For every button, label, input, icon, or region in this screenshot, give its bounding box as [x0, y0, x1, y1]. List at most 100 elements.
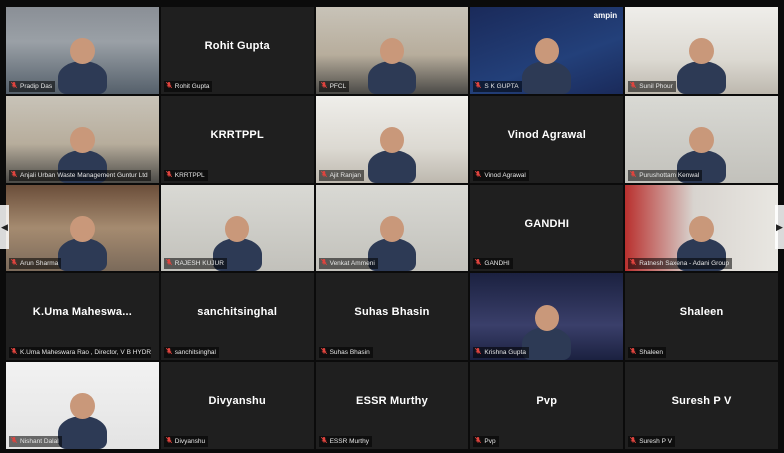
participant-tile[interactable]: Suresh P V Suresh P V: [625, 362, 778, 449]
muted-mic-icon: [629, 81, 637, 92]
participant-tile[interactable]: Rohit Gupta Rohit Gupta: [160, 7, 314, 94]
participant-display-name: ESSR Murthy: [356, 395, 428, 408]
participant-display-name: Divyanshu: [208, 395, 266, 408]
muted-mic-icon: [474, 81, 482, 92]
person-head: [70, 38, 95, 65]
muted-mic-icon: [474, 170, 482, 181]
participant-display-name: Pvp: [536, 395, 558, 408]
participant-tile[interactable]: Pvp Pvp: [470, 362, 624, 449]
participant-tile[interactable]: Suhas Bhasin Suhas Bhasin: [315, 273, 469, 361]
participant-name-text: Ratnesh Saxena - Adani Group: [639, 260, 730, 268]
person-head: [534, 38, 559, 65]
participant-name-text: Vinod Agrawal: [484, 171, 526, 179]
participant-tile[interactable]: Shaleen Shaleen: [625, 273, 778, 361]
participant-tile[interactable]: Anjali Urban Waste Management Guntur Ltd: [6, 95, 159, 183]
next-page-button[interactable]: ▶: [775, 205, 784, 249]
participant-name-text: Nishant Dalal: [20, 438, 59, 445]
participant-tile[interactable]: ESSR Murthy ESSR Murthy: [315, 362, 469, 449]
participant-name-text: KRRTPPL: [174, 171, 205, 179]
participant-tile[interactable]: Purushottam Kenwal: [625, 95, 778, 183]
muted-mic-icon: [629, 258, 637, 269]
muted-mic-icon: [165, 258, 173, 269]
participant-tile[interactable]: Vinod Agrawal Vinod Agrawal: [470, 95, 624, 183]
participant-tile[interactable]: K.Uma Maheswa... K.Uma Maheswara Rao , Di…: [6, 273, 159, 361]
participant-name-label: Krishna Gupta: [473, 347, 529, 359]
participant-name-label: Purushottam Kenwal: [628, 169, 703, 181]
participant-name-label: S K GUPTA: [473, 80, 522, 92]
participant-name-text: PFCL: [329, 82, 347, 90]
participant-name-text: Rohit Gupta: [174, 82, 210, 90]
chevron-right-icon: ▶: [776, 221, 783, 232]
participant-tile[interactable]: Ajit Ranjan: [315, 95, 469, 183]
person-silhouette: [57, 416, 107, 449]
participant-name-text: Pradip Das: [20, 82, 53, 90]
participant-display-name: Suresh P V: [671, 395, 732, 408]
participant-display-name: Vinod Agrawal: [507, 128, 586, 141]
muted-mic-icon: [10, 436, 18, 447]
person-silhouette: [677, 60, 727, 94]
participant-tile[interactable]: Venkat Ammeni: [315, 184, 469, 272]
participant-name-text: Venkat Ammeni: [329, 260, 375, 268]
participant-name-label: Arun Sharma: [9, 258, 62, 270]
participant-name-text: RAJESH KUJUR: [174, 260, 224, 268]
person-silhouette: [522, 60, 572, 94]
muted-mic-icon: [474, 347, 482, 358]
participant-tile[interactable]: Ratnesh Saxena - Adani Group: [625, 184, 778, 272]
participant-tile[interactable]: GANDHI GANDHI: [470, 184, 624, 272]
chevron-left-icon: ◀: [1, 221, 8, 232]
participant-name-label: Suresh P V: [628, 436, 675, 447]
muted-mic-icon: [10, 258, 18, 269]
participant-name-label: PFCL: [318, 80, 350, 92]
participant-display-name: Rohit Gupta: [204, 39, 270, 52]
participant-name-text: Arun Sharma: [20, 260, 59, 268]
person-head: [70, 215, 95, 242]
participant-tile[interactable]: KRRTPPL KRRTPPL: [160, 95, 314, 183]
participant-name-label: Nishant Dalal: [9, 436, 62, 447]
muted-mic-icon: [320, 436, 328, 447]
muted-mic-icon: [10, 81, 18, 92]
participant-tile[interactable]: Divyanshu Divyanshu: [160, 362, 314, 449]
person-silhouette: [522, 327, 572, 361]
participant-name-label: Venkat Ammeni: [318, 258, 378, 270]
muted-mic-icon: [474, 258, 482, 269]
person-silhouette: [57, 60, 107, 94]
participant-tile[interactable]: Nishant Dalal: [6, 362, 159, 449]
participant-tile[interactable]: Krishna Gupta: [470, 273, 624, 361]
person-head: [379, 127, 405, 154]
participant-name-label: Anjali Urban Waste Management Guntur Ltd: [9, 169, 151, 181]
person-head: [534, 304, 559, 331]
participant-display-name: GANDHI: [524, 217, 570, 230]
participant-display-name: sanchitsinghal: [197, 306, 278, 319]
muted-mic-icon: [474, 436, 482, 447]
participant-tile[interactable]: PFCL: [315, 7, 469, 94]
participant-name-label: Sunil Phour: [628, 80, 676, 92]
participant-tile[interactable]: ampin S K GUPTA: [470, 7, 624, 94]
participant-tile[interactable]: sanchitsinghal sanchitsinghal: [160, 273, 314, 361]
person-head: [379, 215, 405, 242]
muted-mic-icon: [165, 436, 173, 447]
participant-name-text: Divyanshu: [174, 438, 206, 445]
participant-name-label: Vinod Agrawal: [473, 169, 529, 181]
participant-name-label: ESSR Murthy: [318, 436, 372, 447]
participant-tile[interactable]: Arun Sharma: [6, 184, 159, 272]
person-head: [379, 38, 405, 65]
participant-name-label: K.Uma Maheswara Rao , Director, V B HYDR…: [9, 347, 151, 359]
participant-tile[interactable]: Pradip Das: [6, 7, 159, 94]
muted-mic-icon: [629, 347, 637, 358]
participant-name-label: RAJESH KUJUR: [163, 258, 227, 270]
participant-name-text: S K GUPTA: [484, 82, 519, 90]
participant-name-label: Shaleen: [628, 347, 667, 359]
muted-mic-icon: [10, 347, 18, 358]
participant-tile[interactable]: RAJESH KUJUR: [160, 184, 314, 272]
participant-name-label: Ratnesh Saxena - Adani Group: [628, 258, 733, 270]
participant-tile[interactable]: Sunil Phour: [625, 7, 778, 94]
participant-name-label: Ajit Ranjan: [318, 169, 365, 181]
participant-name-text: Purushottam Kenwal: [639, 171, 700, 179]
previous-page-button[interactable]: ◀: [0, 205, 9, 249]
participant-name-label: Pradip Das: [9, 80, 56, 92]
muted-mic-icon: [320, 347, 328, 358]
person-silhouette: [367, 149, 417, 183]
participant-name-text: Pvp: [484, 438, 496, 445]
muted-mic-icon: [320, 81, 328, 92]
participant-name-label: Rohit Gupta: [163, 80, 213, 92]
